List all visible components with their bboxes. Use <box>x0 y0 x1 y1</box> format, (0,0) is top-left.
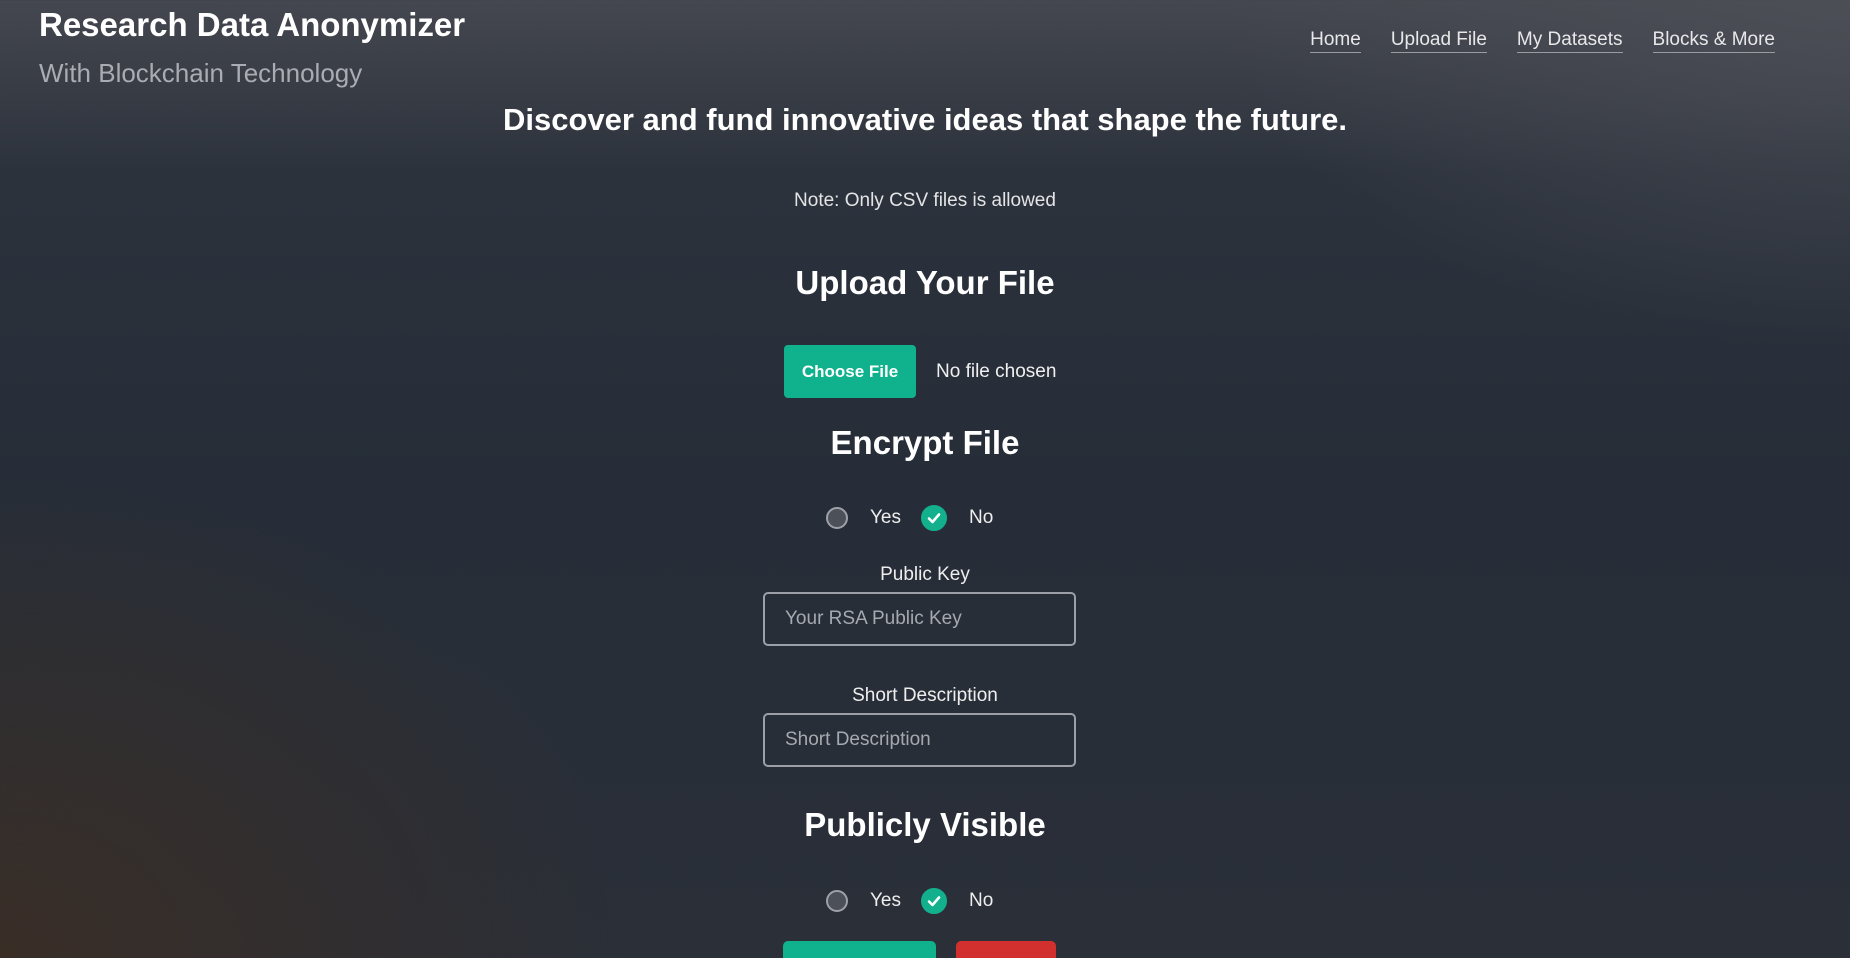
file-status: No file chosen <box>936 360 1057 382</box>
check-icon <box>927 896 941 907</box>
visible-yes-label: Yes <box>870 890 901 911</box>
nav-upload-file-link[interactable]: Upload File <box>1390 29 1487 53</box>
file-picker: Choose File No file chosen <box>784 345 1056 398</box>
nav-blocks-more-link[interactable]: Blocks & More <box>1652 29 1775 53</box>
submit-button[interactable] <box>783 941 936 958</box>
visible-no-label: No <box>969 890 994 911</box>
cancel-button[interactable] <box>956 941 1056 958</box>
encrypt-heading: Encrypt File <box>830 424 1020 461</box>
public-key-label: Public Key <box>880 564 970 585</box>
encrypt-no-label: No <box>969 507 994 528</box>
publicly-visible-heading: Publicly Visible <box>804 806 1046 843</box>
visible-yes-radio[interactable] <box>826 890 848 912</box>
site-title: Research Data Anonymizer <box>39 6 466 43</box>
hero-heading: Discover and fund innovative ideas that … <box>502 102 1348 137</box>
main-nav: Home Upload File My Datasets Blocks & Mo… <box>1310 29 1775 53</box>
short-description-label: Short Description <box>852 685 998 706</box>
nav-home-link[interactable]: Home <box>1310 29 1361 53</box>
visible-no-radio[interactable] <box>921 888 947 914</box>
visibility-radio-group: Yes No <box>826 888 1013 914</box>
check-icon <box>927 513 941 524</box>
public-key-input[interactable] <box>763 592 1076 646</box>
encrypt-no-radio[interactable] <box>921 505 947 531</box>
encrypt-yes-label: Yes <box>870 507 901 528</box>
file-type-note: Note: Only CSV files is allowed <box>794 190 1056 211</box>
encrypt-radio-group: Yes No <box>826 505 1013 531</box>
nav-my-datasets-link[interactable]: My Datasets <box>1516 29 1623 53</box>
choose-file-button[interactable]: Choose File <box>784 345 916 398</box>
encrypt-yes-radio[interactable] <box>826 507 848 529</box>
upload-heading: Upload Your File <box>795 264 1055 301</box>
short-description-input[interactable] <box>763 713 1076 767</box>
site-subtitle: With Blockchain Technology <box>39 58 363 88</box>
